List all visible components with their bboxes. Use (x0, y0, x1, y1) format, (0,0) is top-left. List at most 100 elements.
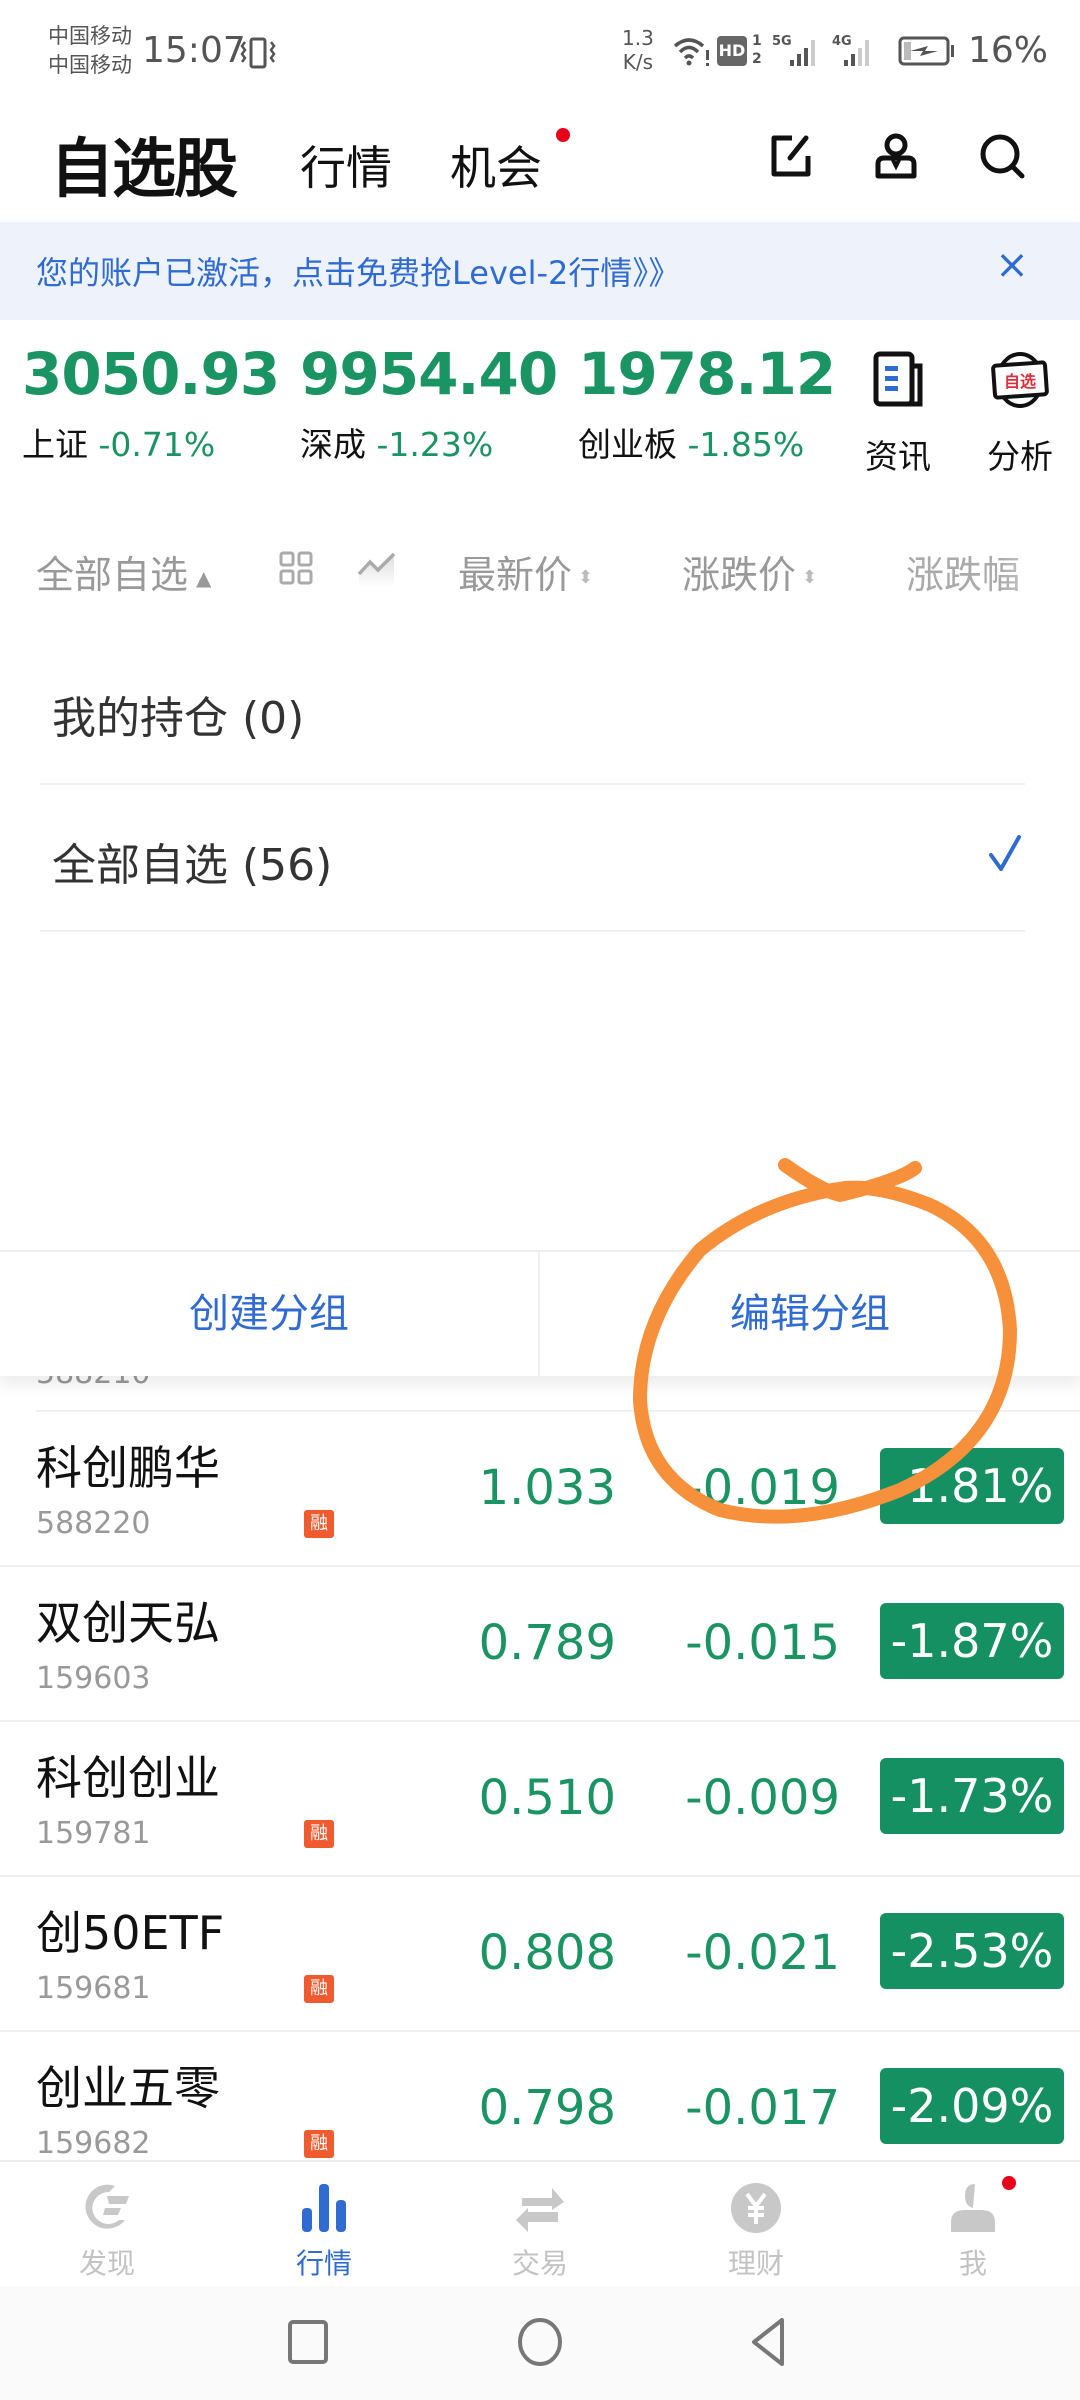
stock-change: -0.009 (685, 1770, 840, 1826)
profile-notification-dot (1002, 2176, 1016, 2190)
index-shanghai[interactable]: 3050.93 上证 -0.71% (22, 340, 280, 466)
search-icon[interactable] (974, 128, 1030, 184)
index-name: 深成 (300, 425, 366, 464)
change-header: 涨跌价 (682, 553, 797, 597)
trend-chart-icon[interactable] (356, 548, 398, 590)
level2-promo-banner[interactable]: 您的账户已激活，点击免费抢Level-2行情》》 × (0, 222, 1080, 320)
stock-row[interactable]: 创50ETF 159681 融 0.808 -0.021 -2.53% (0, 1877, 1080, 2032)
carrier-labels: 中国移动 中国移动 (48, 22, 132, 80)
tab-opportunity[interactable]: 机会 (450, 132, 542, 198)
nav-trade[interactable]: 交易 (470, 2180, 610, 2282)
sim-slot-labels: 1 2 (752, 32, 762, 68)
signal-5g-icon: 5G (772, 34, 815, 66)
stock-row[interactable]: 科创创业 159781 融 0.510 -0.009 -1.73% (0, 1722, 1080, 1877)
nav-wealth[interactable]: 理财 (686, 2180, 826, 2282)
nav-label: 发现 (78, 2247, 135, 2280)
sim-2-label: 2 (752, 51, 762, 67)
status-bar: 中国移动 中国移动 15:07 1.3 K/s HD 1 2 5G 4G 16% (0, 0, 1080, 100)
edit-group-button[interactable]: 编辑分组 (540, 1252, 1080, 1376)
group-selector[interactable]: 全部自选 ▲ (36, 544, 211, 599)
banner-text[interactable]: 您的账户已激活，点击免费抢Level-2行情》》 (36, 248, 680, 294)
carrier-1: 中国移动 (48, 24, 132, 48)
yuan-icon (731, 2183, 781, 2233)
trade-arrows-icon (516, 2188, 564, 2232)
system-nav-bar (0, 2286, 1080, 2400)
column-header: 全部自选 ▲ 最新价 ⬍ 涨跌价 ⬍ 涨跌幅 (0, 530, 1080, 610)
app-header: 自选股 行情 机会 (0, 100, 1080, 220)
nav-me[interactable]: 我 (903, 2180, 1043, 2282)
close-icon[interactable]: × (990, 242, 1034, 288)
stock-change: -0.017 (685, 2080, 840, 2136)
nav-discover[interactable]: 发现 (37, 2180, 177, 2282)
header-fade (1000, 530, 1080, 610)
group-action-bar: 创建分组 编辑分组 (0, 1250, 1080, 1376)
news-icon (873, 351, 923, 407)
group-item-label: 我的持仓 (0) (52, 693, 305, 744)
stock-name: 创业五零 (36, 2061, 220, 2115)
stock-code: 159603 (36, 1661, 151, 1696)
index-name: 创业板 (578, 425, 677, 464)
svg-text:4G: 4G (832, 34, 852, 49)
sim-1-label: 1 (752, 33, 762, 49)
stock-change-percent[interactable]: -1.87% (880, 1603, 1064, 1679)
wifi-icon (673, 38, 709, 66)
bottom-nav: 发现 行情 交易 理财 我 (0, 2160, 1080, 2286)
page-title[interactable]: 自选股 (50, 118, 238, 210)
stock-change: -0.021 (685, 1925, 840, 1981)
battery-percent: 16% (968, 30, 1049, 71)
nav-label: 理财 (727, 2247, 784, 2280)
nav-label: 我 (958, 2247, 987, 2280)
stock-price: 0.789 (478, 1615, 616, 1671)
index-shenzhen[interactable]: 9954.40 深成 -1.23% (300, 340, 558, 466)
stock-change-percent[interactable]: -2.53% (880, 1913, 1064, 1989)
watchlist-analysis-icon: 自选 (991, 352, 1049, 408)
carrier-2: 中国移动 (48, 53, 132, 77)
back-triangle-icon[interactable] (744, 2316, 796, 2368)
stock-price: 0.798 (478, 2080, 616, 2136)
news-button[interactable]: 资讯 (848, 350, 948, 478)
group-item-holdings[interactable]: 我的持仓 (0) (40, 640, 1025, 785)
stock-change-percent[interactable]: -2.09% (880, 2068, 1064, 2144)
stock-name: 科创创业 (36, 1751, 220, 1805)
stock-change-percent[interactable]: -1.81% (880, 1448, 1064, 1524)
stock-row[interactable]: 双创天弘 159603 0.789 -0.015 -1.87% (0, 1567, 1080, 1722)
index-value: 1978.12 (578, 340, 836, 408)
network-speed-unit: K/s (622, 50, 654, 74)
index-value: 9954.40 (300, 340, 558, 408)
stock-code: 159681 (36, 1971, 151, 2006)
user-icon[interactable] (868, 128, 924, 184)
network-speed: 1.3 K/s (622, 26, 654, 74)
tab-market[interactable]: 行情 (300, 132, 392, 198)
news-label: 资讯 (865, 437, 931, 476)
create-group-button[interactable]: 创建分组 (0, 1252, 540, 1376)
battery-charging-icon (898, 36, 954, 66)
discover-icon (85, 2184, 129, 2229)
grid-view-icon[interactable] (278, 550, 314, 586)
index-chinext[interactable]: 1978.12 创业板 -1.85% (578, 340, 836, 466)
index-change: -0.71% (98, 425, 216, 464)
svg-text:自选: 自选 (1004, 372, 1036, 391)
edit-icon[interactable] (762, 128, 818, 184)
stock-change-percent[interactable]: -1.73% (880, 1758, 1064, 1834)
sort-change[interactable]: 涨跌价 ⬍ (682, 544, 817, 599)
sort-latest-price[interactable]: 最新价 ⬍ (458, 544, 593, 599)
analysis-button[interactable]: 自选 分析 (970, 350, 1070, 478)
nav-label: 交易 (511, 2247, 568, 2280)
stock-row[interactable]: 创业五零 159682 融 0.798 -0.017 -2.09% (0, 2032, 1080, 2160)
stock-name: 双创天弘 (36, 1596, 220, 1650)
stock-row[interactable]: 科创鹏华 588220 融 1.033 -0.019 -1.81% (0, 1412, 1080, 1567)
group-item-all-watchlist[interactable]: 全部自选 (56) (40, 787, 1025, 932)
stock-code: 159781 (36, 1816, 151, 1851)
stock-code: 588210 (36, 1376, 151, 1391)
index-value: 3050.93 (22, 340, 280, 408)
home-circle-icon[interactable] (514, 2316, 566, 2368)
caret-up-icon: ▲ (196, 565, 212, 590)
nav-market[interactable]: 行情 (254, 2180, 394, 2282)
market-bars-icon (302, 2184, 346, 2232)
stock-code: 588220 (36, 1506, 151, 1541)
recents-square-icon[interactable] (282, 2316, 334, 2368)
stock-price: 1.033 (478, 1460, 616, 1516)
margin-tag: 融 (304, 1510, 334, 1538)
margin-tag: 融 (304, 2130, 334, 2158)
nav-label: 行情 (295, 2247, 352, 2280)
